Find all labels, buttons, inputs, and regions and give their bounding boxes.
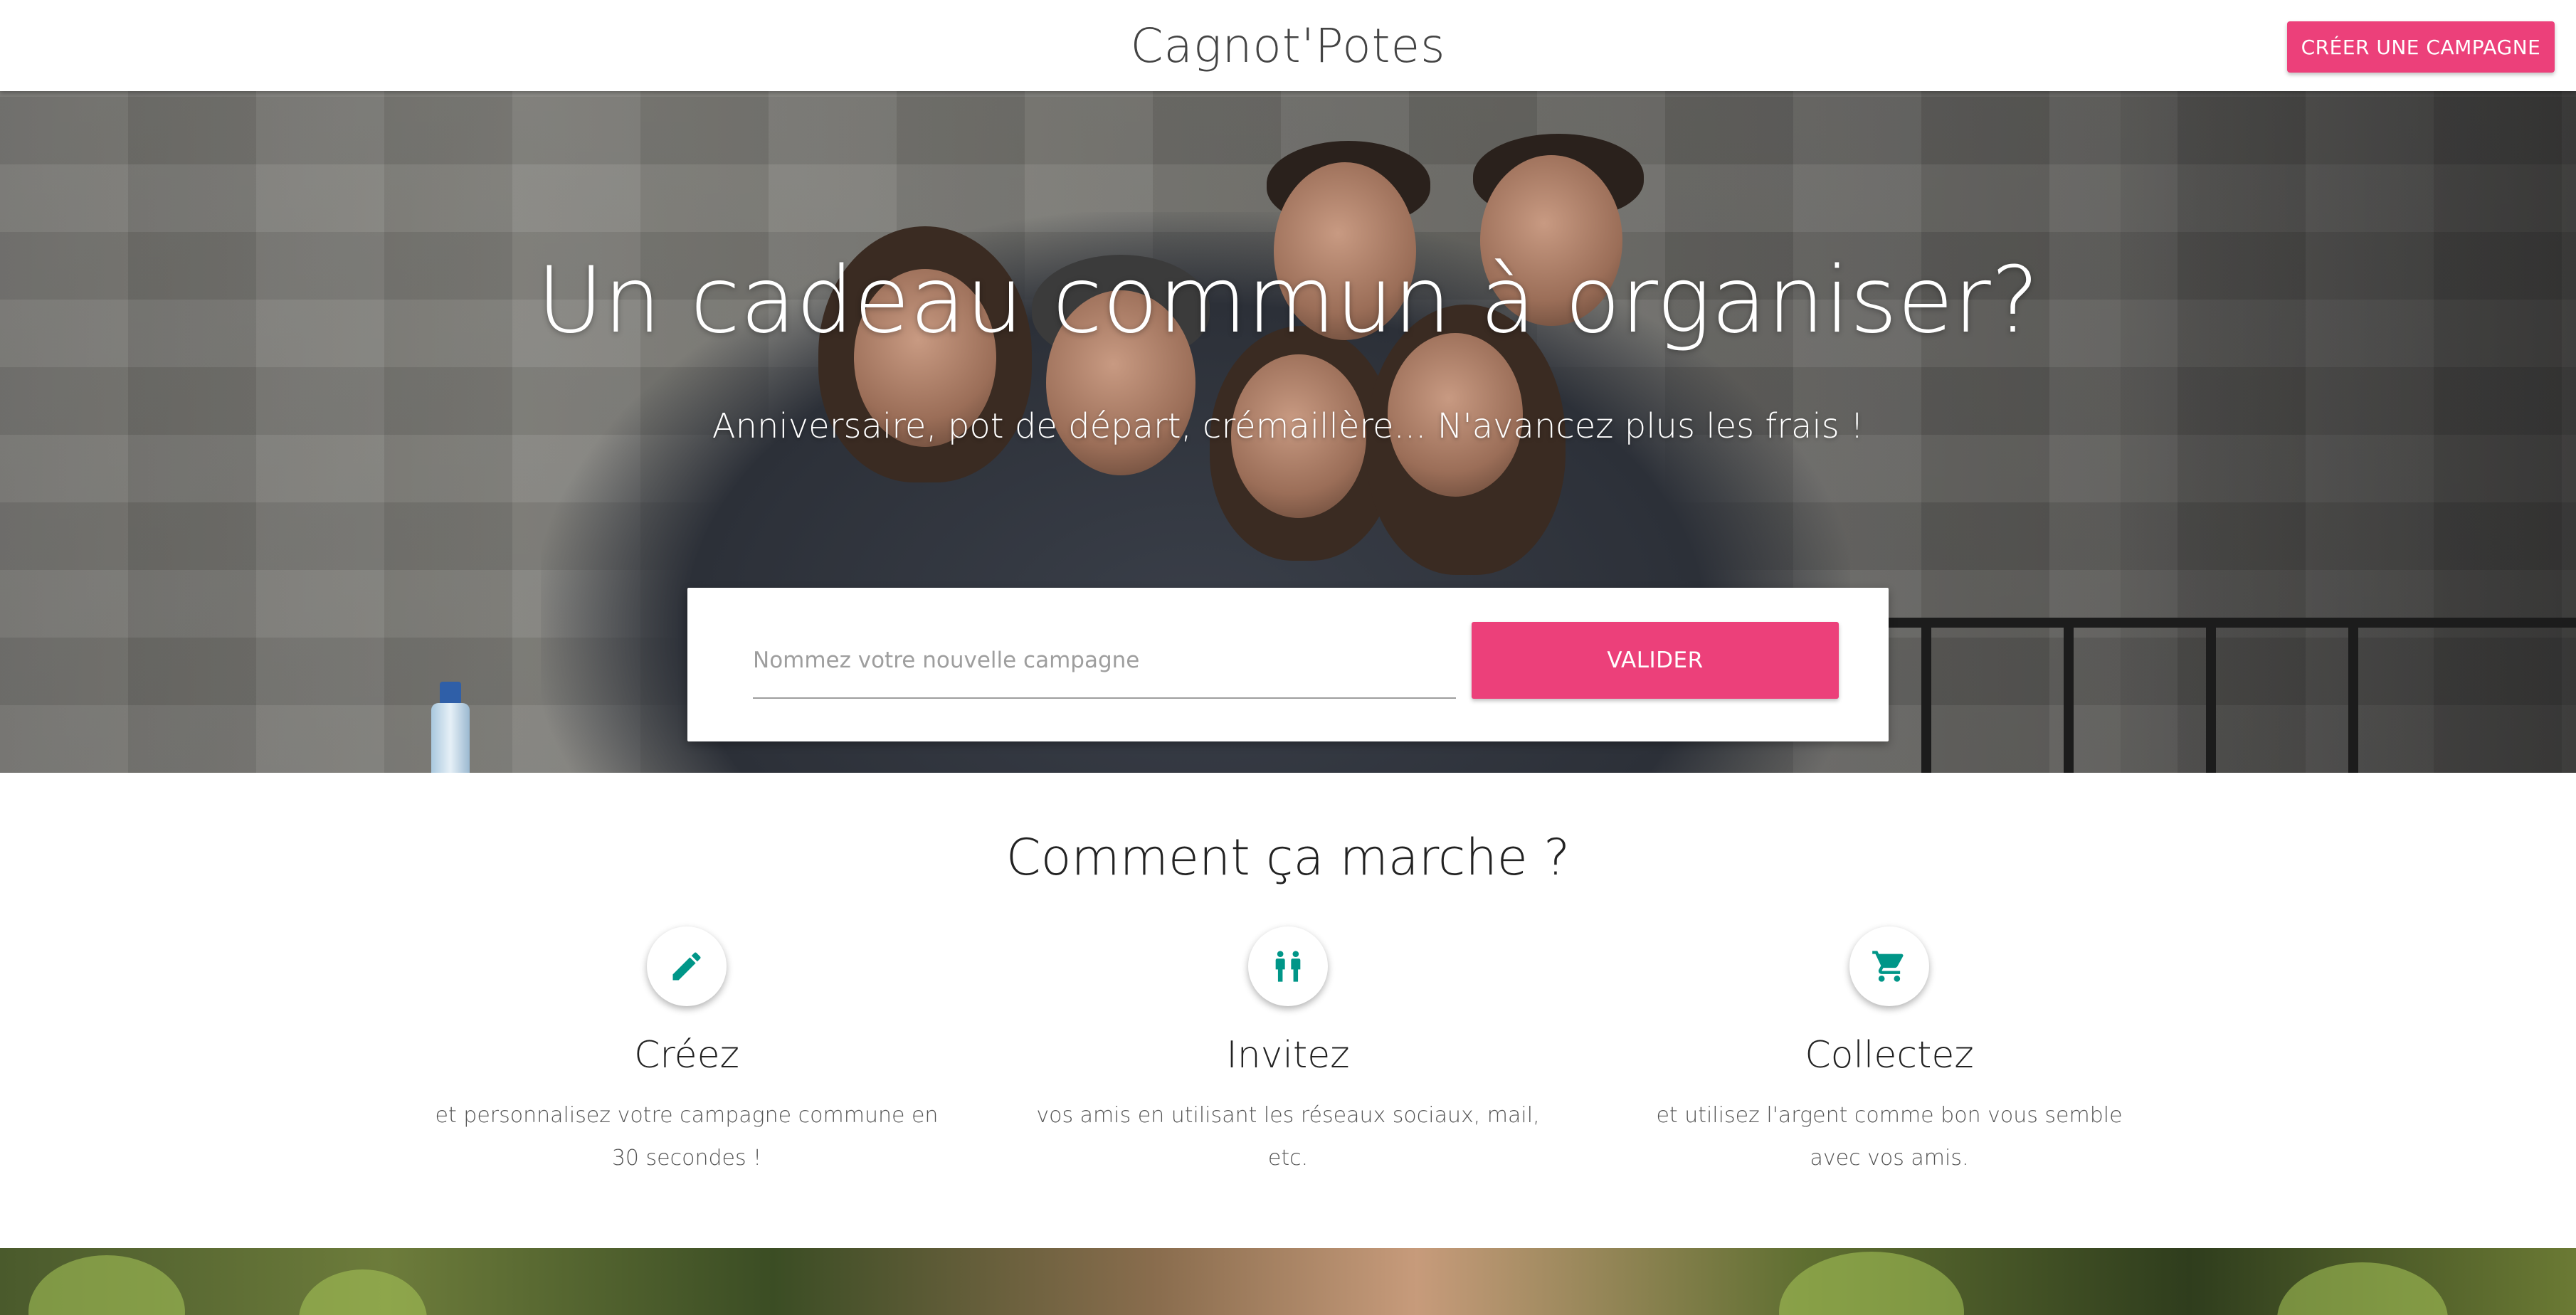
step-collect: Collectez et utilisez l'argent comme bon… <box>1605 926 2174 1197</box>
hero-section: Un cadeau commun à organiser? Anniversai… <box>0 91 2576 773</box>
photo-foliage <box>1779 1252 1964 1315</box>
top-navbar: Cagnot'Potes CRÉER UNE CAMPAGNE <box>0 0 2576 91</box>
testimonial-background-photo <box>0 1248 2576 1315</box>
step-description: et utilisez l'argent comme bon vous semb… <box>1656 1103 2123 1171</box>
photo-foliage <box>299 1269 427 1315</box>
hero-background-railing-post <box>2064 618 2074 773</box>
campaign-name-input[interactable] <box>753 623 1456 699</box>
step-description: et personnalisez votre campagne commune … <box>435 1103 939 1171</box>
hero-subtitle: Anniversaire, pot de départ, crémaillère… <box>712 406 1864 446</box>
step-title: Créez <box>634 1034 739 1077</box>
pencil-icon <box>647 926 727 1006</box>
step-description: vos amis en utilisant les réseaux sociau… <box>1036 1103 1540 1171</box>
step-create: Créez et personnalisez votre campagne co… <box>402 926 971 1197</box>
photo-foliage <box>2277 1262 2448 1315</box>
brand-logo[interactable]: Cagnot'Potes <box>0 14 2576 78</box>
step-invite: Invitez vos amis en utilisant les réseau… <box>1003 926 1573 1197</box>
people-icon <box>1248 926 1328 1006</box>
hero-photo-bottle <box>431 703 470 773</box>
new-campaign-form: VALIDER <box>687 588 1889 741</box>
step-title: Collectez <box>1805 1034 1974 1077</box>
hero-background-railing-post <box>2348 618 2358 773</box>
cart-icon <box>1849 926 1929 1006</box>
step-title: Invitez <box>1226 1034 1350 1077</box>
how-it-works-title: Comment ça marche ? <box>1005 828 1571 887</box>
hero-photo-bottle-cap <box>440 682 461 704</box>
hero-background-railing-post <box>1921 618 1931 773</box>
hero-background-railing <box>1822 618 2576 628</box>
hero-background-railing-post <box>2206 618 2216 773</box>
photo-foliage <box>28 1255 185 1315</box>
create-campaign-button[interactable]: CRÉER UNE CAMPAGNE <box>2287 21 2555 73</box>
hero-title: Un cadeau commun à organiser? <box>537 248 2039 354</box>
validate-button[interactable]: VALIDER <box>1472 622 1839 699</box>
